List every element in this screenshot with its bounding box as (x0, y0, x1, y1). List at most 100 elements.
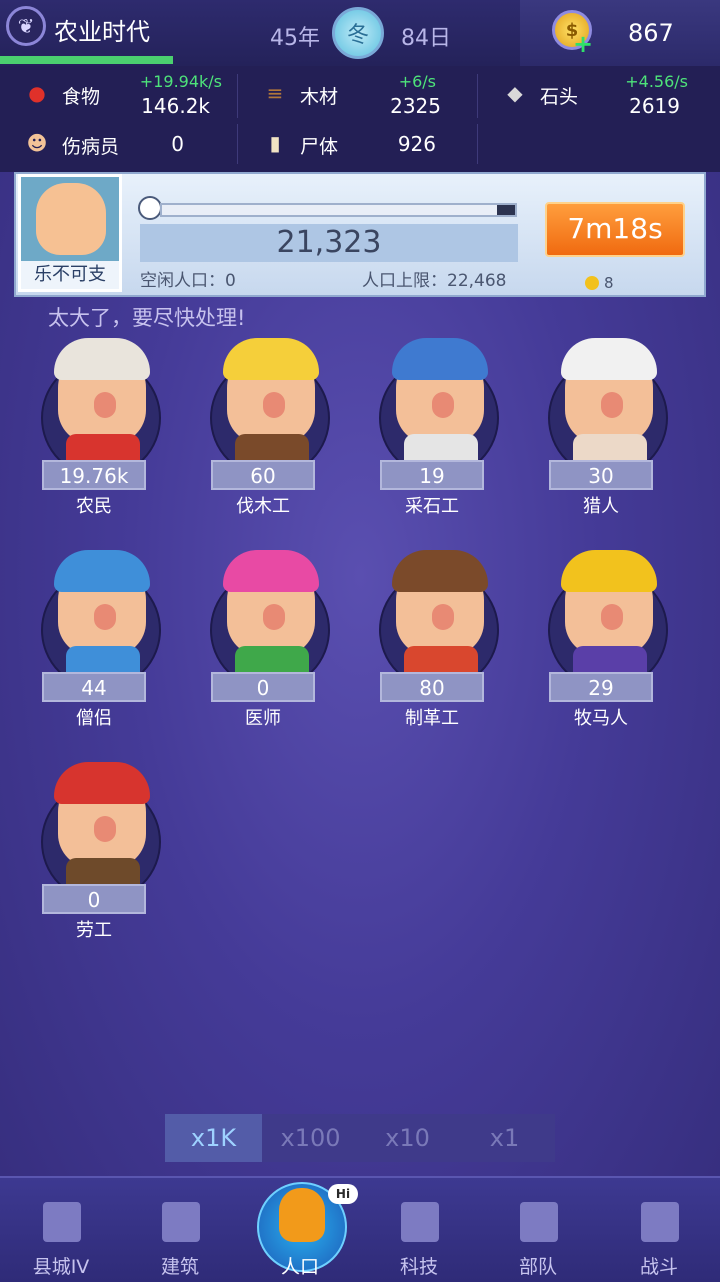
nav-label: 科技 (399, 1256, 438, 1278)
wounded-value: 0 (171, 132, 184, 156)
castle-icon (43, 1202, 81, 1242)
worker-hair (223, 550, 319, 592)
worker-card[interactable]: 0 劳工 (28, 754, 178, 944)
coin-panel (520, 0, 720, 66)
worker-hair (561, 338, 657, 380)
worker-hair (223, 338, 319, 380)
era-title[interactable]: 农业时代 (54, 12, 150, 47)
nav-tab-buildings[interactable]: 建筑 (125, 1176, 235, 1280)
idle-population: 空闲人口：0 (140, 271, 236, 291)
worker-card[interactable]: 80 制革工 (366, 542, 516, 732)
nav-label: 人口 (280, 1256, 319, 1278)
divider (237, 74, 238, 118)
worker-card[interactable]: 60 伐木工 (197, 330, 347, 520)
worker-count: 19 (380, 460, 484, 490)
multiplier-1-button[interactable]: x1 (456, 1114, 553, 1162)
leader-face (36, 183, 106, 255)
worker-count: 0 (211, 672, 315, 702)
coin-icon (585, 276, 599, 290)
nav-label: 部队 (518, 1256, 557, 1278)
worker-count: 19.76k (42, 460, 146, 490)
nav-label: 建筑 (160, 1256, 199, 1278)
worker-nose (94, 604, 116, 630)
swords-icon (641, 1202, 679, 1242)
worker-name: 劳工 (76, 920, 112, 941)
stone-label: 石头 (540, 86, 579, 108)
wood-value: 2325 (390, 94, 441, 118)
add-coins-icon[interactable]: + (573, 30, 593, 58)
worker-nose (601, 604, 623, 630)
worker-nose (263, 604, 285, 630)
worker-card[interactable]: 30 猎人 (535, 330, 685, 520)
log-icon: ≡ (266, 81, 284, 105)
coffin-icon: ▮ (269, 131, 281, 155)
worker-hair (54, 550, 150, 592)
notice-text: 太大了，要尽快处理! (48, 306, 246, 330)
worker-count: 80 (380, 672, 484, 702)
multiplier-selector: x1K x100 x10 x1 (165, 1114, 555, 1162)
nav-tab-troops[interactable]: 部队 (483, 1176, 593, 1280)
nav-tab-population[interactable]: 人口 (245, 1176, 355, 1280)
worker-hair (54, 762, 150, 804)
leader-avatar[interactable]: 乐不可支 (18, 174, 122, 292)
food-label: 食物 (62, 86, 101, 108)
day-label: 84日 (401, 26, 451, 51)
worker-hair (54, 338, 150, 380)
multiplier-1k-button[interactable]: x1K (165, 1114, 262, 1162)
nav-people-placeholder (282, 1202, 320, 1242)
worker-name: 医师 (245, 708, 281, 729)
wood-label: 木材 (300, 86, 339, 108)
nav-label: 县城IV (32, 1256, 90, 1278)
corpse-label: 尸体 (300, 136, 339, 158)
food-value: 146.2k (141, 94, 210, 118)
food-rate: +19.94k/s (139, 72, 222, 91)
multiplier-100-button[interactable]: x100 (262, 1114, 359, 1162)
worker-name: 牧马人 (574, 708, 628, 729)
year-label: 45年 (270, 26, 320, 51)
worker-name: 采石工 (405, 496, 459, 517)
speedup-timer-button[interactable]: 7m18s (545, 202, 685, 257)
banner-icon (520, 1202, 558, 1242)
divider (237, 124, 238, 164)
worker-hair (392, 550, 488, 592)
worker-count: 60 (211, 460, 315, 490)
multiplier-10-button[interactable]: x10 (359, 1114, 456, 1162)
population-progress-bar (160, 203, 517, 217)
season-badge[interactable]: 冬 (332, 7, 384, 59)
era-wheat-icon[interactable]: ❦ (6, 6, 46, 46)
population-total: 21,323 (140, 224, 518, 262)
divider (477, 124, 478, 164)
stone-rate: +4.56/s (625, 72, 688, 91)
worker-hair (392, 338, 488, 380)
population-cap: 人口上限：22,468 (362, 271, 507, 291)
worker-card[interactable]: 44 僧侣 (28, 542, 178, 732)
worker-name: 制革工 (405, 708, 459, 729)
worker-nose (601, 392, 623, 418)
worker-card[interactable]: 19.76k 农民 (28, 330, 178, 520)
worker-card[interactable]: 0 医师 (197, 542, 347, 732)
worker-nose (94, 816, 116, 842)
population-progress-fill (162, 205, 498, 215)
worker-hair (561, 550, 657, 592)
worker-nose (432, 604, 454, 630)
worker-card[interactable]: 29 牧马人 (535, 542, 685, 732)
nav-tab-battle[interactable]: 战斗 (604, 1176, 714, 1280)
nav-tab-county[interactable]: 县城IV (6, 1176, 116, 1280)
worker-nose (432, 392, 454, 418)
stone-icon: ◆ (507, 81, 523, 105)
stopwatch-icon (138, 196, 162, 220)
worker-count: 29 (549, 672, 653, 702)
worker-name: 猎人 (583, 496, 619, 517)
wounded-icon: ☻ (26, 131, 48, 155)
speedup-cost: 8 (604, 274, 614, 292)
worker-name: 农民 (76, 496, 112, 517)
wood-rate: +6/s (398, 72, 436, 91)
era-progress-bar (0, 56, 173, 64)
worker-card[interactable]: 19 采石工 (366, 330, 516, 520)
nav-tab-tech[interactable]: 科技 (364, 1176, 474, 1280)
corpse-value: 926 (397, 132, 436, 156)
wounded-label: 伤病员 (62, 136, 120, 158)
worker-nose (94, 392, 116, 418)
coin-count: 867 (628, 19, 674, 47)
worker-name: 僧侣 (76, 708, 112, 729)
